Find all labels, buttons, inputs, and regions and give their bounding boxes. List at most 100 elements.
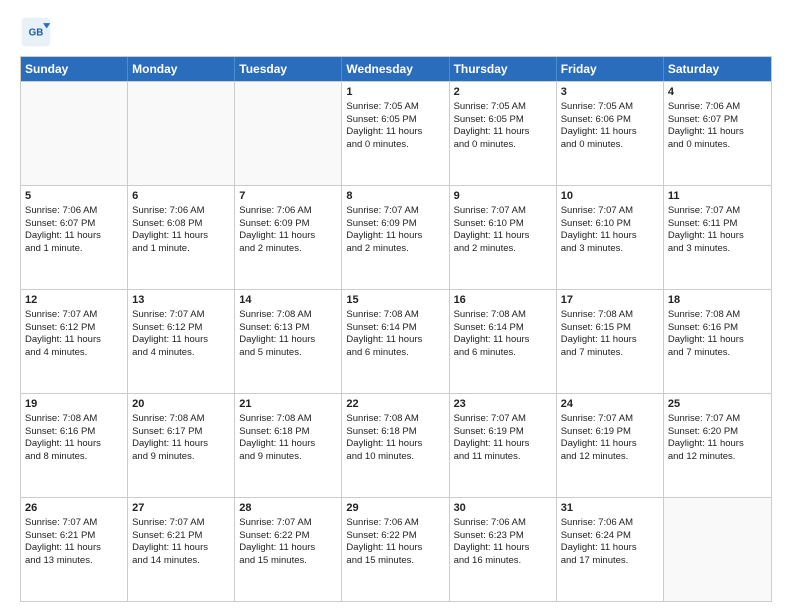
day-number: 24 [561,397,659,412]
day-info-line: Daylight: 11 hours [346,126,444,139]
day-info-line: Sunset: 6:22 PM [346,530,444,543]
day-number: 9 [454,189,552,204]
day-info-line: and 7 minutes. [561,347,659,360]
calendar-cell: 28Sunrise: 7:07 AMSunset: 6:22 PMDayligh… [235,498,342,601]
day-info-line: Sunset: 6:07 PM [668,114,767,127]
day-info-line: Daylight: 11 hours [454,230,552,243]
day-info-line: Sunrise: 7:08 AM [25,413,123,426]
day-info-line: Sunset: 6:18 PM [346,426,444,439]
calendar-cell: 2Sunrise: 7:05 AMSunset: 6:05 PMDaylight… [450,82,557,185]
calendar-header-cell: Tuesday [235,57,342,81]
day-info-line: and 17 minutes. [561,555,659,568]
day-number: 15 [346,293,444,308]
calendar-cell: 16Sunrise: 7:08 AMSunset: 6:14 PMDayligh… [450,290,557,393]
calendar-cell: 25Sunrise: 7:07 AMSunset: 6:20 PMDayligh… [664,394,771,497]
day-number: 17 [561,293,659,308]
day-info-line: Daylight: 11 hours [25,438,123,451]
day-info-line: Daylight: 11 hours [561,542,659,555]
day-info-line: Sunset: 6:15 PM [561,322,659,335]
day-info-line: Sunset: 6:12 PM [132,322,230,335]
day-info-line: Sunrise: 7:07 AM [132,517,230,530]
day-number: 12 [25,293,123,308]
day-info-line: Daylight: 11 hours [239,542,337,555]
day-info-line: Sunset: 6:18 PM [239,426,337,439]
day-info-line: Sunrise: 7:06 AM [454,517,552,530]
day-info-line: Daylight: 11 hours [239,334,337,347]
day-info-line: and 15 minutes. [346,555,444,568]
day-info-line: Daylight: 11 hours [346,230,444,243]
day-info-line: and 2 minutes. [239,243,337,256]
day-info-line: Sunrise: 7:05 AM [346,101,444,114]
day-info-line: and 8 minutes. [25,451,123,464]
day-info-line: and 6 minutes. [454,347,552,360]
day-info-line: and 12 minutes. [668,451,767,464]
calendar-cell: 13Sunrise: 7:07 AMSunset: 6:12 PMDayligh… [128,290,235,393]
day-info-line: and 1 minute. [25,243,123,256]
day-number: 13 [132,293,230,308]
day-number: 31 [561,501,659,516]
day-number: 8 [346,189,444,204]
logo: GB [20,16,56,48]
day-info-line: Daylight: 11 hours [25,542,123,555]
day-info-line: Sunrise: 7:06 AM [132,205,230,218]
day-number: 26 [25,501,123,516]
day-info-line: Sunrise: 7:07 AM [25,309,123,322]
day-number: 30 [454,501,552,516]
day-info-line: Sunrise: 7:06 AM [561,517,659,530]
day-info-line: Sunrise: 7:07 AM [561,205,659,218]
day-info-line: Sunrise: 7:08 AM [346,309,444,322]
day-info-line: Daylight: 11 hours [561,438,659,451]
day-info-line: Daylight: 11 hours [239,230,337,243]
day-info-line: Sunset: 6:06 PM [561,114,659,127]
calendar-cell: 22Sunrise: 7:08 AMSunset: 6:18 PMDayligh… [342,394,449,497]
day-number: 16 [454,293,552,308]
day-info-line: Sunset: 6:12 PM [25,322,123,335]
day-info-line: and 9 minutes. [132,451,230,464]
day-info-line: Sunrise: 7:07 AM [25,517,123,530]
day-info-line: Daylight: 11 hours [668,126,767,139]
calendar-cell: 15Sunrise: 7:08 AMSunset: 6:14 PMDayligh… [342,290,449,393]
day-info-line: Sunrise: 7:07 AM [668,205,767,218]
day-info-line: Daylight: 11 hours [561,126,659,139]
page: GB SundayMondayTuesdayWednesdayThursdayF… [0,0,792,612]
day-info-line: Daylight: 11 hours [132,334,230,347]
day-info-line: Sunrise: 7:07 AM [132,309,230,322]
day-number: 18 [668,293,767,308]
day-info-line: Daylight: 11 hours [454,126,552,139]
day-info-line: Daylight: 11 hours [454,334,552,347]
day-number: 25 [668,397,767,412]
day-info-line: Daylight: 11 hours [346,542,444,555]
calendar-row: 26Sunrise: 7:07 AMSunset: 6:21 PMDayligh… [21,497,771,601]
day-number: 1 [346,85,444,100]
day-info-line: Sunrise: 7:06 AM [25,205,123,218]
day-info-line: Sunset: 6:19 PM [561,426,659,439]
calendar-cell: 30Sunrise: 7:06 AMSunset: 6:23 PMDayligh… [450,498,557,601]
day-info-line: Sunset: 6:21 PM [132,530,230,543]
calendar-cell: 3Sunrise: 7:05 AMSunset: 6:06 PMDaylight… [557,82,664,185]
day-info-line: and 0 minutes. [454,139,552,152]
day-info-line: Sunrise: 7:07 AM [668,413,767,426]
day-info-line: and 12 minutes. [561,451,659,464]
day-info-line: Sunrise: 7:08 AM [132,413,230,426]
calendar-cell: 8Sunrise: 7:07 AMSunset: 6:09 PMDaylight… [342,186,449,289]
day-info-line: Daylight: 11 hours [668,438,767,451]
day-info-line: Daylight: 11 hours [454,438,552,451]
day-number: 3 [561,85,659,100]
day-number: 28 [239,501,337,516]
calendar-row: 12Sunrise: 7:07 AMSunset: 6:12 PMDayligh… [21,289,771,393]
day-info-line: Sunrise: 7:06 AM [346,517,444,530]
calendar-cell [128,82,235,185]
day-number: 10 [561,189,659,204]
day-info-line: Sunset: 6:11 PM [668,218,767,231]
calendar-cell: 26Sunrise: 7:07 AMSunset: 6:21 PMDayligh… [21,498,128,601]
day-info-line: and 0 minutes. [668,139,767,152]
day-number: 2 [454,85,552,100]
calendar-header-cell: Monday [128,57,235,81]
day-info-line: and 11 minutes. [454,451,552,464]
day-info-line: and 6 minutes. [346,347,444,360]
calendar: SundayMondayTuesdayWednesdayThursdayFrid… [20,56,772,602]
calendar-cell: 31Sunrise: 7:06 AMSunset: 6:24 PMDayligh… [557,498,664,601]
day-number: 7 [239,189,337,204]
day-info-line: Sunrise: 7:05 AM [454,101,552,114]
calendar-header-cell: Saturday [664,57,771,81]
